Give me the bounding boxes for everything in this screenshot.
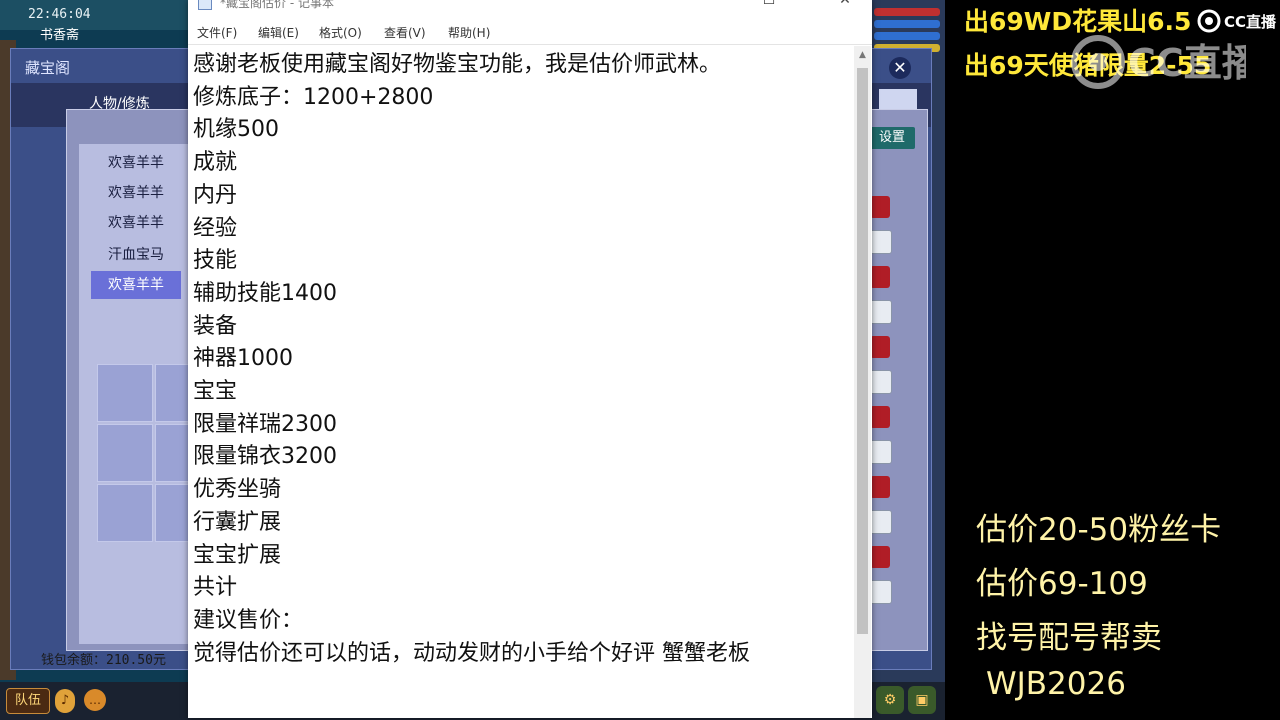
menu-help[interactable]: 帮助(H) [448,24,490,41]
overlay-bottom-line: 找号配号帮卖 [976,620,1162,656]
panel-title: 藏宝阁 [25,59,71,77]
text-line: 限量锦衣3200 [193,444,337,470]
logo-text-small: CC直播 [1224,13,1277,31]
text-line: 修炼底子：1200+2800 [193,84,434,110]
sp-bar [874,32,940,40]
menu-edit[interactable]: 编辑(E) [258,24,299,41]
menu-view[interactable]: 查看(V) [384,24,426,41]
pet-list-item[interactable]: 欢喜羊羊 [91,149,181,177]
red-tag [870,546,890,568]
text-line: 装备 [193,313,238,339]
text-line: 优秀坐骑 [193,477,282,503]
red-tag [870,476,890,498]
game-clock: 22:46:04 [28,7,91,22]
item-slot[interactable] [97,424,153,482]
pet-list-item-selected[interactable]: 欢喜羊羊 [91,271,181,299]
search-icon[interactable] [879,89,917,111]
text-line: 宝宝扩展 [193,542,282,568]
text-editor[interactable]: 感谢老板使用藏宝阁好物鉴宝功能，我是估价师武林。 修炼底子：1200+2800 … [192,50,852,710]
menu-format[interactable]: 格式(O) [319,24,362,41]
mp-bar [874,20,940,28]
scrollbar-thumb[interactable] [857,68,868,634]
wallet-balance: 钱包余额：210.50元 [41,653,166,668]
pet-list-item[interactable]: 欢喜羊羊 [91,179,181,207]
notepad-icon [198,0,212,10]
text-line: 行囊扩展 [193,509,282,535]
text-line: 机缘500 [193,117,279,143]
stream-overlay-bottom: 估价20-50粉丝卡 估价69-109 找号配号帮卖 WJB2026 [966,500,1280,720]
close-button[interactable]: ✕ [822,0,868,14]
red-tag [870,266,890,288]
scroll-up-arrow-icon[interactable]: ▲ [857,50,868,64]
menu-file[interactable]: 文件(F) [197,24,237,41]
red-tag [870,336,890,358]
text-line: 内丹 [193,182,238,208]
item-slot[interactable] [97,364,153,422]
panel-close-button[interactable]: ✕ [889,57,911,79]
text-line: 辅助技能1400 [193,280,337,306]
chat-bubble-icon[interactable]: … [84,689,106,711]
text-line: 技能 [193,248,238,274]
text-line: 成就 [193,150,238,176]
text-line: 共计 [193,575,238,601]
settings-button[interactable]: 设置 [869,127,915,149]
text-line: 建议售价： [193,607,304,633]
window-title: *藏宝阁估价 - 记事本 [220,0,334,10]
red-tag [870,406,890,428]
computer-icon[interactable]: ▣ [908,686,936,714]
red-tag [870,196,890,218]
pet-list-item[interactable]: 汗血宝马 [91,241,181,269]
item-slot[interactable] [97,484,153,542]
text-line: 感谢老板使用藏宝阁好物鉴宝功能，我是估价师武林。 [193,52,722,77]
cc-live-logo-small: CC直播 [1197,9,1277,33]
item-grid [97,364,211,542]
overlay-bottom-line: 估价20-50粉丝卡 [976,512,1222,548]
overlay-bottom-line: 估价69-109 [976,566,1148,602]
text-line: 宝宝 [193,379,238,404]
cc-live-logo: CC直播 [1071,35,1246,89]
logo-text: CC直播 [1128,41,1246,85]
overlay-bottom-line: WJB2026 [986,666,1126,702]
system-icon[interactable]: ⚙ [876,686,904,714]
team-button[interactable]: 队伍 [6,688,50,714]
text-line: 限量祥瑞2300 [193,411,337,437]
game-location: 书香斋 [40,28,80,43]
microphone-icon[interactable]: ♪ [55,689,75,713]
notepad-window: *藏宝阁估价 - 记事本 ☐ ✕ 文件(F) 编辑(E) 格式(O) 查看(V)… [188,0,872,718]
pet-list-item[interactable]: 欢喜羊羊 [91,209,181,237]
text-line: 觉得估价还可以的话，动动发财的小手给个好评 蟹蟹老板 [193,640,750,666]
vertical-scrollbar[interactable]: ▲ [854,46,871,718]
hp-bar [874,8,940,16]
text-line: 经验 [193,215,238,241]
text-line: 神器1000 [193,346,293,372]
maximize-button[interactable]: ☐ [746,0,792,14]
